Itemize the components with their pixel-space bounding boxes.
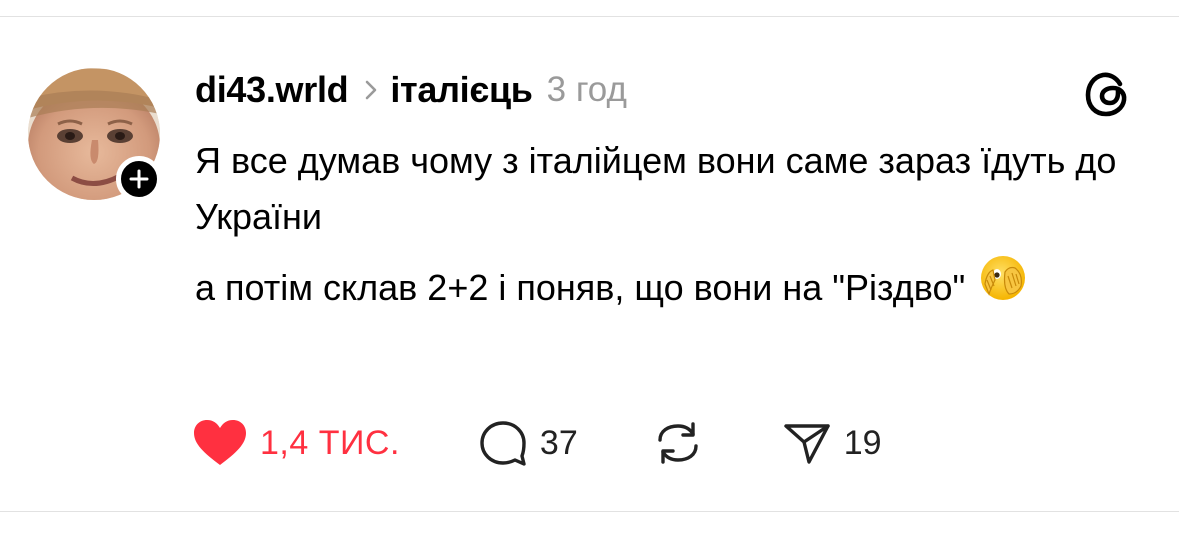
comment-bubble-icon: [480, 421, 526, 466]
top-divider: [0, 16, 1179, 17]
comment-count: 37: [539, 423, 578, 462]
post-text-line-2: а потім склав 2+2 і поняв, що вони на "Р…: [195, 256, 1135, 318]
threads-logo-icon[interactable]: [1082, 68, 1134, 120]
like-count: 1,4 ТИС.: [260, 423, 400, 462]
face-peeking-eye-emoji: [979, 254, 1027, 318]
follow-button[interactable]: [116, 156, 162, 202]
bottom-divider: [0, 511, 1179, 512]
paper-plane-icon: [784, 424, 830, 464]
post-timestamp: 3 год: [546, 70, 627, 109]
post-actions: 1,4 ТИС. 37 19: [192, 416, 882, 470]
username-link[interactable]: di43.wrld: [195, 69, 349, 111]
repost-icon: [658, 422, 698, 464]
share-button[interactable]: 19: [782, 416, 882, 470]
post-text: Я все думав чому з італійцем вони саме з…: [195, 133, 1135, 318]
comment-button[interactable]: 37: [478, 416, 578, 470]
share-count: 19: [843, 423, 882, 462]
heart-filled-icon: [194, 420, 246, 465]
like-button[interactable]: 1,4 ТИС.: [192, 416, 400, 470]
chevron-right-icon: [364, 79, 378, 101]
post-text-line-1: Я все думав чому з італійцем вони саме з…: [195, 140, 1117, 237]
plus-icon: [129, 169, 149, 189]
topic-link[interactable]: італієць: [390, 69, 533, 111]
post-text-line-2-text: а потім склав 2+2 і поняв, що вони на "Р…: [195, 267, 966, 308]
repost-button[interactable]: [650, 416, 706, 470]
post-header: di43.wrld італієць 3 год: [195, 66, 627, 114]
avatar-container[interactable]: [28, 68, 162, 202]
